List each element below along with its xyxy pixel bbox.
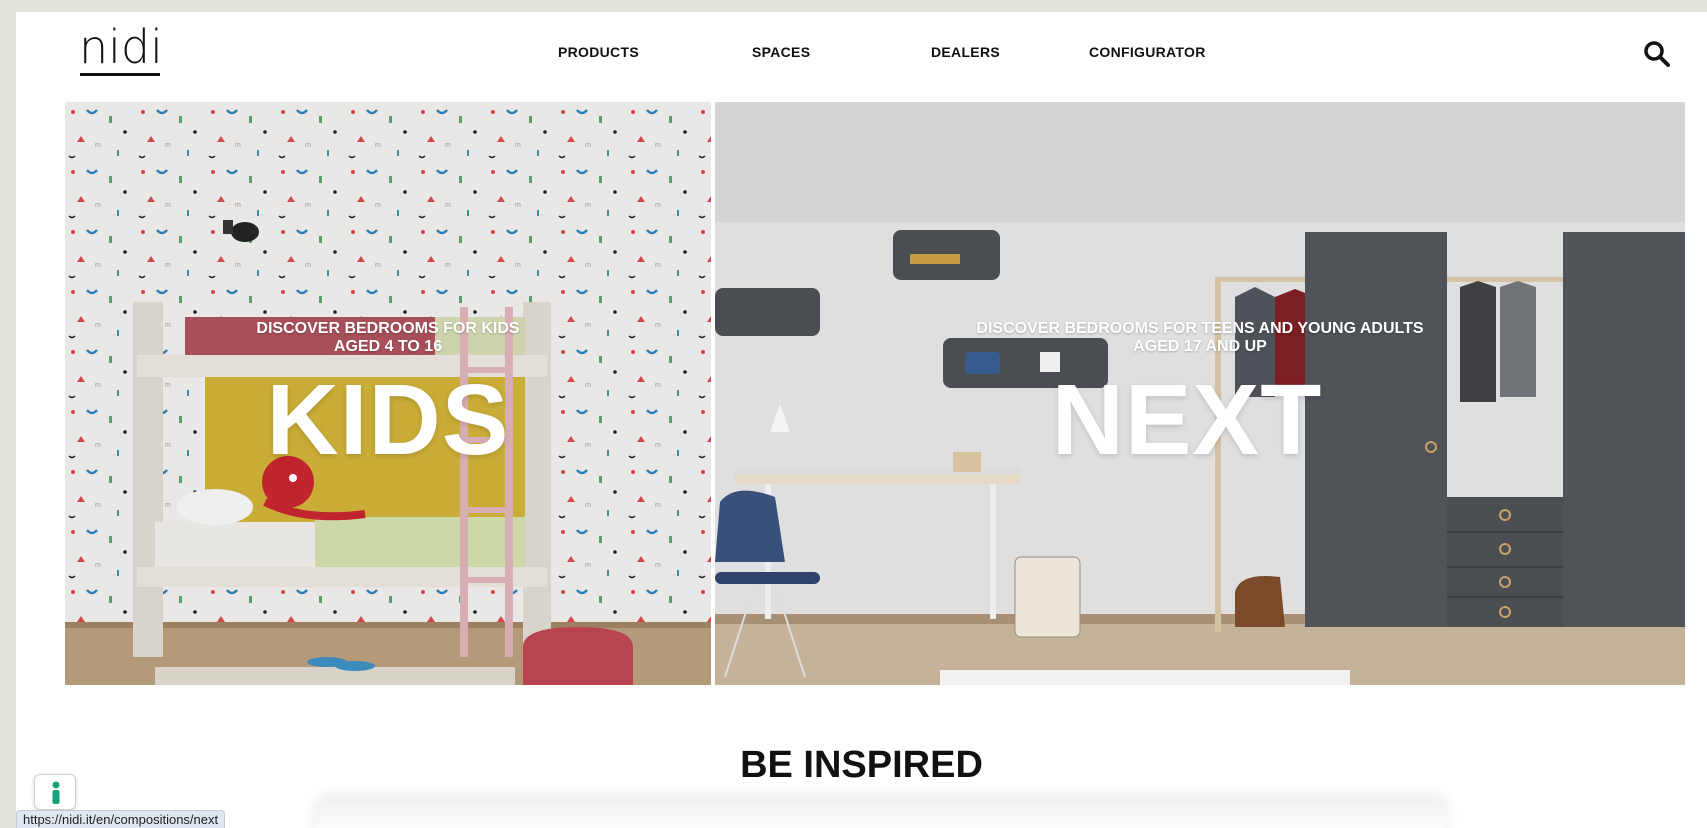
next-panel[interactable]: DISCOVER BEDROOMS FOR TEENS AND YOUNG AD… — [715, 102, 1685, 685]
nav-spaces[interactable]: SPACES — [752, 44, 810, 60]
accessibility-button[interactable] — [34, 774, 76, 810]
inspiration-card[interactable] — [316, 802, 1446, 828]
be-inspired-heading: BE INSPIRED — [740, 744, 983, 786]
nav-products[interactable]: PRODUCTS — [558, 44, 639, 60]
page: nidi PRODUCTS SPACES DEALERS CONFIGURATO… — [16, 12, 1707, 828]
logo-underline — [80, 73, 160, 76]
nidi-logo[interactable]: nidi — [79, 24, 163, 70]
kids-discover-line2: AGED 4 TO 16 — [333, 338, 443, 355]
nav-configurator[interactable]: CONFIGURATOR — [1089, 44, 1206, 60]
next-discover-line1: DISCOVER BEDROOMS FOR TEENS AND YOUNG AD… — [976, 320, 1424, 337]
search-icon[interactable] — [1642, 39, 1672, 69]
nav-dealers[interactable]: DEALERS — [931, 44, 1000, 60]
next-discover-line2: AGED 17 AND UP — [1133, 338, 1267, 355]
next-discover-text: DISCOVER BEDROOMS FOR TEENS AND YOUNG AD… — [715, 320, 1685, 356]
kids-title: KIDS — [266, 364, 510, 476]
status-bar-url: https://nidi.it/en/compositions/next — [16, 810, 226, 828]
next-title: NEXT — [1051, 364, 1323, 476]
kids-discover-text: DISCOVER BEDROOMS FOR KIDS AGED 4 TO 16 — [65, 320, 711, 356]
kids-discover-line1: DISCOVER BEDROOMS FOR KIDS — [256, 320, 520, 337]
accessibility-icon — [52, 781, 60, 804]
kids-panel[interactable]: m — [65, 102, 711, 685]
